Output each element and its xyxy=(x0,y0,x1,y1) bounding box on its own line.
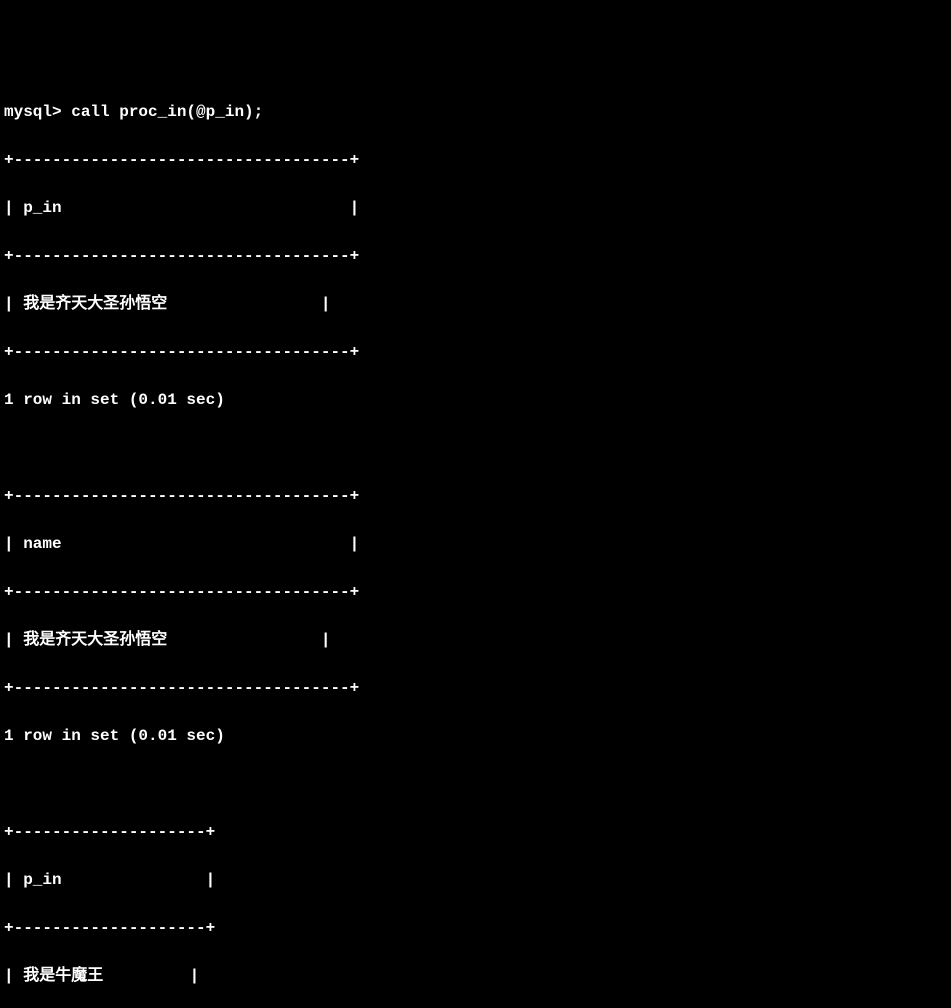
table-border: +-----------------------------------+ xyxy=(4,340,947,364)
table-border: +-----------------------------------+ xyxy=(4,676,947,700)
table-border: +--------------------+ xyxy=(4,820,947,844)
command-line: mysql> call proc_in(@p_in); xyxy=(4,100,947,124)
table-header: | name | xyxy=(4,532,947,556)
table-header: | p_in | xyxy=(4,196,947,220)
table-border: +-----------------------------------+ xyxy=(4,148,947,172)
table-border: +-----------------------------------+ xyxy=(4,244,947,268)
sql-command[interactable]: call proc_in(@p_in); xyxy=(62,103,264,121)
table-row: | 我是齐天大圣孙悟空 | xyxy=(4,628,947,652)
table-border: +-----------------------------------+ xyxy=(4,580,947,604)
table-border: +-----------------------------------+ xyxy=(4,484,947,508)
table-border: +--------------------+ xyxy=(4,916,947,940)
blank-line xyxy=(4,436,947,460)
table-row: | 我是齐天大圣孙悟空 | xyxy=(4,292,947,316)
table-row: | 我是牛魔王 | xyxy=(4,964,947,988)
blank-line xyxy=(4,772,947,796)
result-status: 1 row in set (0.01 sec) xyxy=(4,724,947,748)
result-status: 1 row in set (0.01 sec) xyxy=(4,388,947,412)
mysql-prompt: mysql> xyxy=(4,103,62,121)
table-header: | p_in | xyxy=(4,868,947,892)
